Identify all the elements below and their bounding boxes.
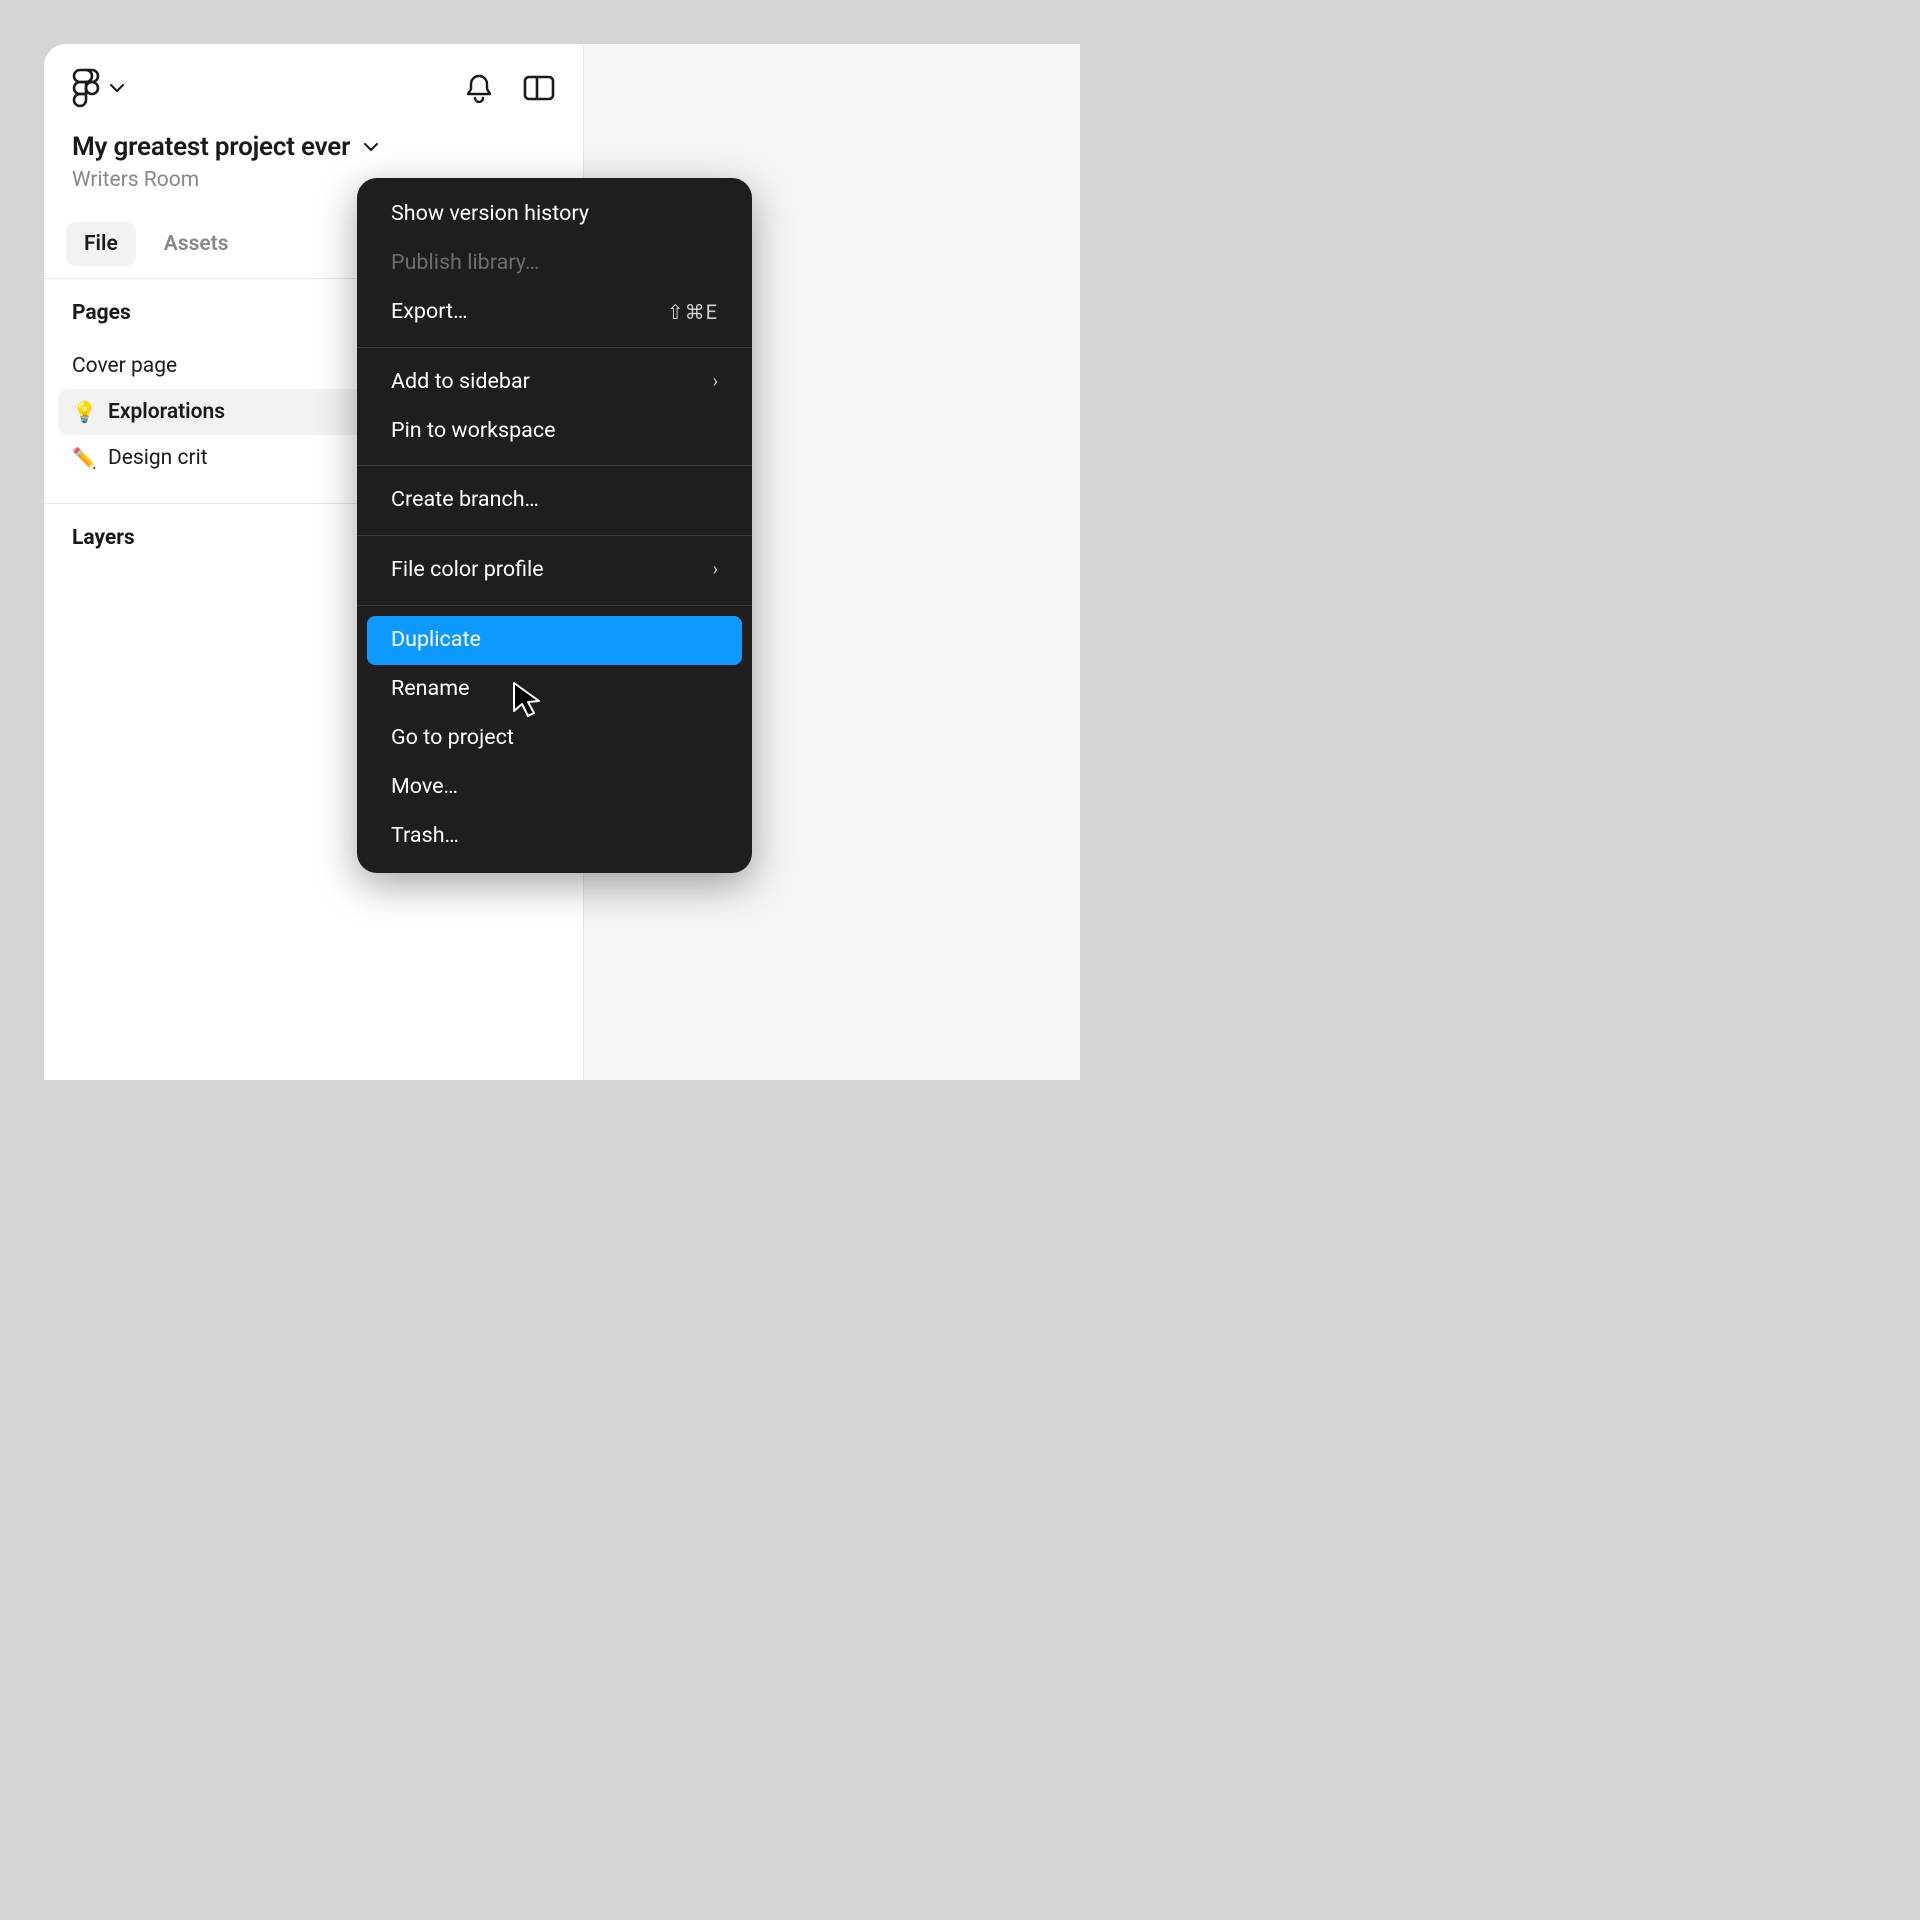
top-toolbar [44,44,583,122]
menu-item-label: Show version history [391,201,589,228]
menu-item-label: Rename [391,676,469,703]
menu-separator [357,465,752,466]
menu-item[interactable]: Export… ⇧⌘E [367,288,742,337]
topbar-right-icons [463,72,555,104]
menu-item-label: Pin to workspace [391,418,556,445]
menu-item[interactable]: Go to project [367,714,742,763]
chevron-down-icon [110,84,124,92]
menu-shortcut: ⇧⌘E [667,300,718,325]
menu-item-label: File color profile [391,557,544,584]
menu-item[interactable]: File color profile › [367,546,742,595]
menu-item[interactable]: Move… [367,763,742,812]
panel-icon [523,75,555,101]
tab-file[interactable]: File [66,222,136,266]
mouse-cursor-icon [511,681,545,719]
figma-logo-menu[interactable] [72,68,124,108]
figma-logo-icon [72,68,100,108]
file-context-menu: Show version history Publish library… Expo… [357,178,752,873]
menu-item[interactable]: Create branch… [367,476,742,525]
page-emoji-icon: 💡 [72,400,96,424]
project-title: My greatest project ever [72,132,350,162]
bell-icon [465,73,493,103]
menu-item[interactable]: Pin to workspace [367,407,742,456]
chevron-right-icon: › [713,559,718,582]
notifications-button[interactable] [463,72,495,104]
menu-item-label: Create branch… [391,487,539,514]
menu-separator [357,605,752,606]
menu-item: Publish library… [367,239,742,288]
page-label: Cover page [72,354,177,378]
menu-item[interactable]: Rename [367,665,742,714]
menu-item[interactable]: Show version history [367,190,742,239]
chevron-down-icon [364,143,378,151]
menu-item[interactable]: Add to sidebar › [367,358,742,407]
menu-item[interactable]: Duplicate [367,616,742,665]
menu-separator [357,535,752,536]
page-label: Design crit [108,446,208,470]
menu-item-label: Move… [391,774,458,801]
menu-item[interactable]: Trash… [367,812,742,861]
menu-item-label: Trash… [391,823,459,850]
page-emoji-icon: ✏️ [72,446,96,470]
menu-item-label: Add to sidebar [391,369,530,396]
chevron-right-icon: › [713,371,718,394]
project-title-dropdown[interactable]: My greatest project ever [72,132,555,162]
menu-separator [357,347,752,348]
tab-assets[interactable]: Assets [146,222,247,266]
menu-item-label: Go to project [391,725,514,752]
menu-item-label: Duplicate [391,627,481,654]
menu-item-label: Publish library… [391,250,539,277]
menu-item-label: Export… [391,299,467,326]
page-label: Explorations [108,400,225,424]
toggle-sidebar-button[interactable] [523,72,555,104]
